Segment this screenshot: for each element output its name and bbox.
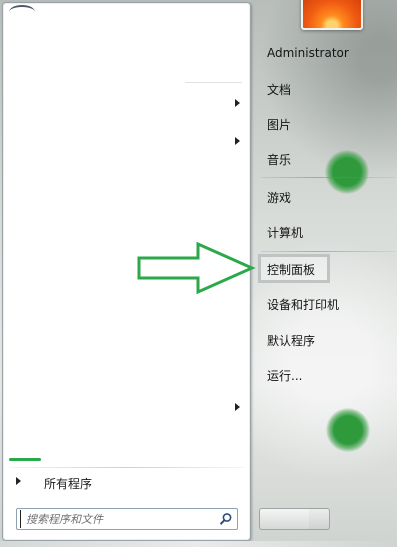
menu-item-label: 默认程序 [267, 334, 316, 348]
menu-item-label: 设备和打印机 [267, 298, 340, 312]
bottom-edge [0, 541, 397, 547]
menu-item-label: 计算机 [267, 226, 304, 240]
search-box[interactable] [16, 508, 238, 530]
user-name-label: Administrator [267, 46, 349, 60]
menu-item-label: 控制面板 [267, 263, 316, 277]
menu-item-label: 图片 [267, 118, 292, 132]
shutdown-button[interactable] [259, 508, 311, 530]
all-programs-label: 所有程序 [44, 477, 93, 491]
menu-item-label: 音乐 [267, 153, 292, 167]
menu-item-default-programs[interactable]: 默认程序 [261, 327, 341, 351]
separator [261, 251, 395, 252]
search-input[interactable] [20, 510, 216, 528]
separator [261, 177, 395, 178]
menu-item-devices-printers[interactable]: 设备和打印机 [261, 291, 371, 315]
separator [185, 82, 242, 83]
chevron-right-icon[interactable] [235, 137, 240, 145]
separator [9, 467, 244, 468]
menu-item-pictures[interactable]: 图片 [261, 111, 341, 135]
user-avatar[interactable] [301, 0, 363, 30]
search-icon[interactable] [219, 512, 233, 526]
menu-item-games[interactable]: 游戏 [261, 184, 341, 208]
chevron-right-icon[interactable] [235, 403, 240, 411]
new-program-marker [9, 458, 41, 461]
menu-item-documents[interactable]: 文档 [261, 76, 341, 100]
program-icon [9, 5, 35, 19]
user-name-item[interactable]: Administrator [261, 41, 361, 65]
menu-item-music[interactable]: 音乐 [261, 146, 341, 170]
chevron-right-icon[interactable] [235, 99, 240, 107]
annotation-arrow-icon [137, 241, 256, 295]
chevron-right-icon [16, 477, 21, 485]
menu-item-run[interactable]: 运行... [261, 362, 341, 386]
menu-item-computer[interactable]: 计算机 [261, 219, 341, 243]
menu-item-label: 运行... [267, 369, 303, 383]
menu-item-label: 文档 [267, 83, 292, 97]
shutdown-options-button[interactable] [309, 508, 330, 530]
menu-item-control-panel[interactable]: 控制面板 [261, 256, 341, 280]
pinned-program-item[interactable] [3, 3, 250, 11]
all-programs-button[interactable]: 所有程序 [7, 471, 245, 493]
green-blob-decoration [326, 408, 370, 452]
menu-item-label: 游戏 [267, 191, 292, 205]
